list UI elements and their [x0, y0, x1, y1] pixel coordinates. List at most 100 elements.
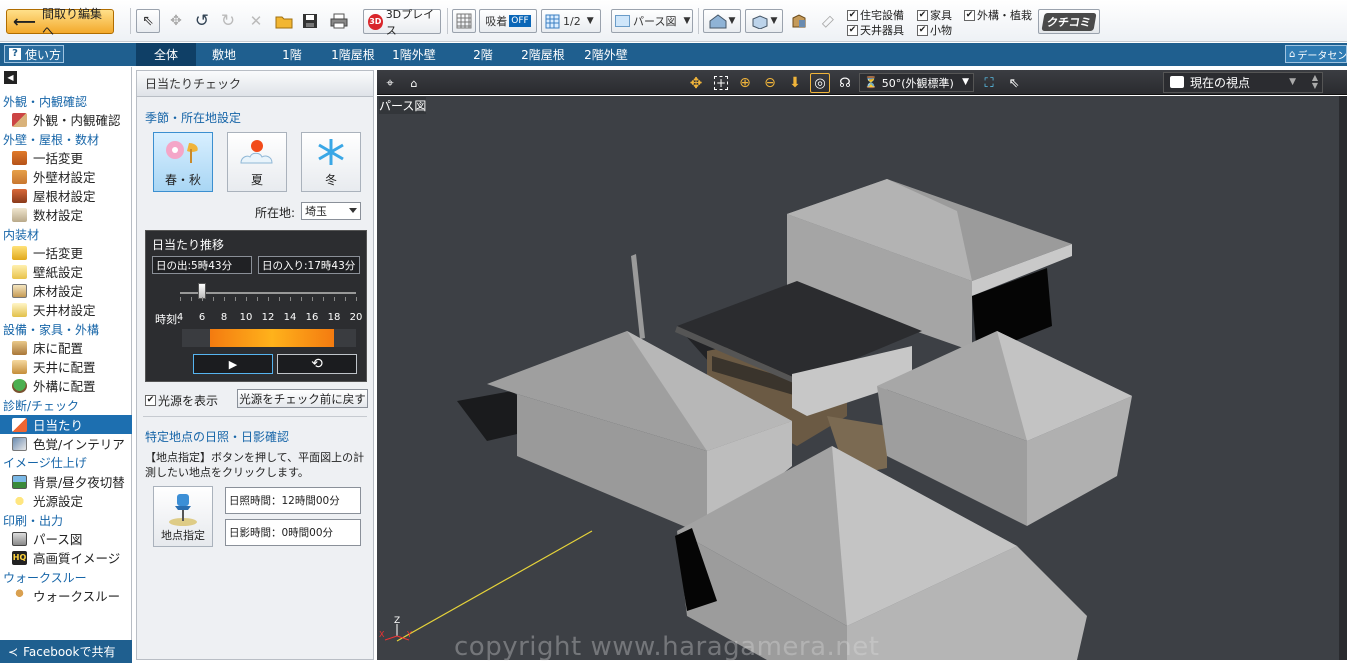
redo-button[interactable]: ↻: [216, 9, 240, 33]
help-button[interactable]: ? 使い方: [4, 45, 64, 63]
check-small-items[interactable]: ✔ 小物: [917, 22, 952, 38]
sidebar-item-interior-bulk-change[interactable]: 一括変更: [0, 243, 132, 262]
move-tool-button[interactable]: ✥: [164, 9, 188, 33]
season-winter-button[interactable]: 冬: [301, 132, 361, 192]
tab-all[interactable]: 全体: [136, 43, 196, 66]
sidebar-item-place-on-floor[interactable]: 床に配置: [0, 338, 132, 357]
sidebar-item-background-switch[interactable]: 背景/昼夕夜切替: [0, 472, 132, 491]
material-button[interactable]: [786, 9, 812, 33]
show-light-checkbox[interactable]: ✔ 光源を表示: [145, 392, 218, 409]
save-button[interactable]: [298, 9, 322, 33]
play-icon: ▶: [228, 357, 238, 371]
3d-place-button[interactable]: 3D 3Dプレイス: [363, 8, 441, 37]
sidebar-item-sunlight[interactable]: 日当たり: [0, 415, 132, 434]
sidebar-item-walkthrough[interactable]: ウォークスルー: [0, 586, 132, 605]
time-slider-track[interactable]: [180, 292, 356, 294]
hour-label: 14: [283, 312, 297, 323]
sidebar-item-trim-material[interactable]: 数材設定: [0, 205, 132, 224]
delete-button[interactable]: ✕: [244, 9, 268, 33]
check-ceiling-fixtures[interactable]: ✔ 天井器具: [847, 22, 904, 38]
snap-toggle-button[interactable]: 吸着 OFF: [479, 9, 537, 33]
hour-label: 4: [176, 312, 184, 323]
tab-floor1[interactable]: 1階: [266, 43, 318, 66]
camera-mode-button[interactable]: ⌖: [380, 73, 400, 93]
season-location-heading: 季節・所在地設定: [145, 111, 242, 125]
sidebar-item-appearance-check[interactable]: 外観・内観確認: [0, 110, 132, 129]
pointer-button[interactable]: ⇖: [1004, 73, 1024, 93]
antenna-pole: [631, 254, 645, 339]
facebook-share-button[interactable]: ≺ Facebookで共有: [0, 640, 132, 663]
hour-label: 18: [327, 312, 341, 323]
sidebar-item-place-exterior[interactable]: 外構に配置: [0, 376, 132, 395]
sidebar-item-color-vision[interactable]: 色覚/インテリア: [0, 434, 132, 453]
tab-floor1-roof[interactable]: 1階屋根: [320, 43, 386, 66]
revert-light-button[interactable]: 光源をチェック前に戻す: [237, 389, 368, 408]
check-furniture[interactable]: ✔ 家具: [917, 7, 952, 23]
play-button[interactable]: ▶: [193, 354, 273, 374]
collapse-panel-icon[interactable]: ◀: [4, 71, 17, 84]
print-button[interactable]: [326, 9, 352, 33]
sidebar-item-light-settings[interactable]: 光源設定: [0, 491, 132, 510]
kuchikomi-button[interactable]: クチコミ: [1038, 9, 1100, 34]
walk-forward-button[interactable]: ⬇: [785, 73, 805, 93]
toolbar-separator: [698, 8, 699, 34]
check-exterior-planting[interactable]: ✔ 外構・植栽: [964, 7, 1032, 23]
loop-button[interactable]: ⟲: [277, 354, 357, 374]
sidebar-item-label: 色覚/インテリア: [33, 437, 125, 452]
slider-tick: [202, 297, 203, 301]
sidebar-item-wall-material[interactable]: 外壁材設定: [0, 167, 132, 186]
box-view-dropdown[interactable]: ▼: [745, 9, 783, 33]
saved-view-select[interactable]: 現在の視点 ▼ ▲ ▼: [1163, 72, 1323, 93]
zoom-area-button[interactable]: +: [711, 73, 731, 93]
check-housing-equipment[interactable]: ✔ 住宅設備: [847, 7, 904, 23]
slider-tick: [279, 297, 280, 301]
perspective-viewport[interactable]: パース図 Z X Y: [377, 96, 1339, 660]
viewport-toolbar: ⌖ ⌂ ✥ + ⊕ ⊖ ⬇ ◎ ☊ ⏳ 50°(外観標準) ▼ ⛶ ⇖ 現在の視…: [377, 70, 1347, 95]
sidebar-item-roof-material[interactable]: 屋根材設定: [0, 186, 132, 205]
grid-toggle-button[interactable]: [452, 9, 476, 33]
hq-icon: HQ: [12, 550, 27, 565]
3d-place-label: 3Dプレイス: [385, 7, 435, 37]
tab-floor1-wall[interactable]: 1階外壁: [386, 43, 442, 66]
undo-button[interactable]: ↺: [190, 9, 214, 33]
measure-button[interactable]: ▭: [814, 9, 840, 33]
location-select[interactable]: 埼玉: [301, 202, 361, 220]
sidebar-item-hq-image[interactable]: HQ 高画質イメージ: [0, 548, 132, 567]
point-specify-button[interactable]: 地点指定: [153, 486, 213, 547]
sidebar-item-floor-material[interactable]: 床材設定: [0, 281, 132, 300]
camera-icon: [1170, 76, 1184, 88]
tab-floor2-wall[interactable]: 2階外壁: [576, 43, 636, 66]
sidebar-item-perspective[interactable]: パース図: [0, 529, 132, 548]
orbit-button[interactable]: ◎: [810, 73, 830, 93]
field-of-view-select[interactable]: ⏳ 50°(外観標準) ▼: [859, 73, 974, 92]
season-spring-autumn-button[interactable]: 春・秋: [153, 132, 213, 192]
zoom-out-button[interactable]: ⊖: [760, 73, 780, 93]
look-around-button[interactable]: ☊: [835, 73, 855, 93]
house-view-dropdown[interactable]: ▼: [703, 9, 741, 33]
viewport-scrollbar[interactable]: [1339, 96, 1347, 660]
floor-select-button[interactable]: ⌂: [404, 73, 424, 93]
sidebar-item-exterior-bulk-change[interactable]: 一括変更: [0, 148, 132, 167]
tab-site[interactable]: 敷地: [196, 43, 252, 66]
sidebar-item-wallpaper[interactable]: 壁紙設定: [0, 262, 132, 281]
tab-floor2[interactable]: 2階: [458, 43, 508, 66]
sidebar-item-place-on-ceiling[interactable]: 天井に配置: [0, 357, 132, 376]
season-summer-button[interactable]: 夏: [227, 132, 287, 192]
spinner-icon[interactable]: ▲ ▼: [1312, 74, 1318, 90]
view-mode-dropdown[interactable]: パース図 ▼: [611, 9, 693, 33]
fit-view-button[interactable]: ⛶: [979, 73, 999, 93]
sidebar-item-label: 一括変更: [33, 246, 84, 261]
back-to-floorplan-button[interactable]: ⟵ 間取り編集へ: [6, 7, 114, 38]
sidebar-item-ceiling-material[interactable]: 天井材設定: [0, 300, 132, 319]
select-tool-button[interactable]: ⇖: [136, 9, 160, 33]
grid-ratio-dropdown[interactable]: 1/2 ▼: [541, 9, 601, 33]
zoom-in-button[interactable]: ⊕: [735, 73, 755, 93]
pan-button[interactable]: ✥: [686, 73, 706, 93]
tab-floor2-roof[interactable]: 2階屋根: [510, 43, 576, 66]
data-center-button[interactable]: ⌂ データセンタ: [1285, 45, 1347, 63]
chevron-down-icon: ▼: [962, 77, 969, 87]
slider-tick: [345, 297, 346, 301]
open-button[interactable]: [272, 9, 296, 33]
floor-icon: ⌂: [410, 76, 418, 90]
perspective-icon: [615, 15, 630, 27]
